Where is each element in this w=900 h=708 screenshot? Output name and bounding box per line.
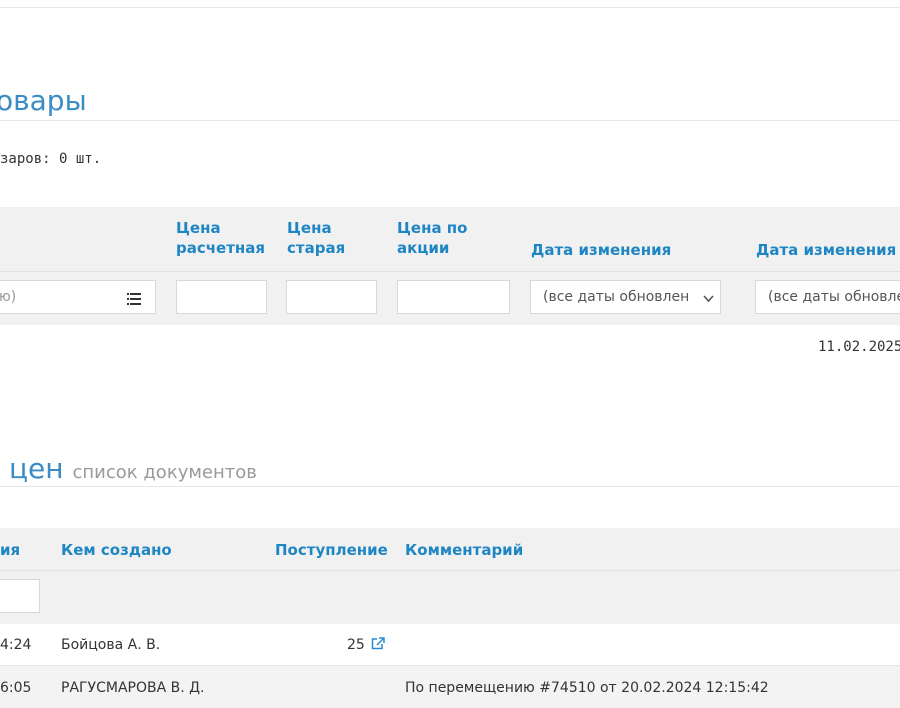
external-link-icon[interactable] [371,637,386,654]
price-docs-title-divider [0,486,900,487]
row-author: РАГУСМАРОВА В. Д. [61,680,205,696]
header-created-by[interactable]: Кем создано [61,540,172,560]
row-time: 6:05 [0,680,32,696]
header-date-changed-1[interactable]: Дата изменения [531,240,671,260]
row-author: Бойцова А. В. [61,637,161,653]
products-count: заров: 0 шт. [0,151,102,167]
price-old-filter-input[interactable] [286,280,377,314]
chevron-down-icon [703,291,714,307]
price-promo-filter-input[interactable] [397,280,510,314]
products-title-divider [0,120,900,121]
price-docs-title: цен [9,452,64,485]
header-receipt[interactable]: Поступление [275,540,388,560]
name-filter-input[interactable]: ю) [0,280,156,314]
row-time: 4:24 [0,637,32,653]
price-calc-filter-input[interactable] [176,280,267,314]
created-time-filter-input[interactable] [0,579,40,613]
products-section-title: овары [0,84,87,117]
price-docs-section-title: цен список документов [9,452,257,485]
price-docs-subtitle: список документов [72,462,257,483]
row-comment: По перемещению #74510 от 20.02.2024 12:1… [405,680,769,696]
top-divider [0,7,900,8]
products-row-date: 11.02.2025 [818,339,900,355]
header-price-promo[interactable]: Цена по акции [397,218,467,258]
header-date-changed-2[interactable]: Дата изменения [756,240,896,260]
header-price-calc[interactable]: Цена расчетная [176,218,265,258]
date-changed-select-1[interactable]: (все даты обновлен [530,280,721,314]
date-changed-select-2[interactable]: (все даты обновле [755,280,900,314]
header-created-time[interactable]: ия [0,540,20,560]
name-filter-placeholder: ю) [0,289,17,305]
list-icon[interactable] [127,290,141,309]
header-comment[interactable]: Комментарий [405,540,523,560]
row-receipt-link[interactable]: 25 [347,637,386,654]
docs-filter-row [0,570,900,624]
header-price-old[interactable]: Цена старая [287,218,345,258]
